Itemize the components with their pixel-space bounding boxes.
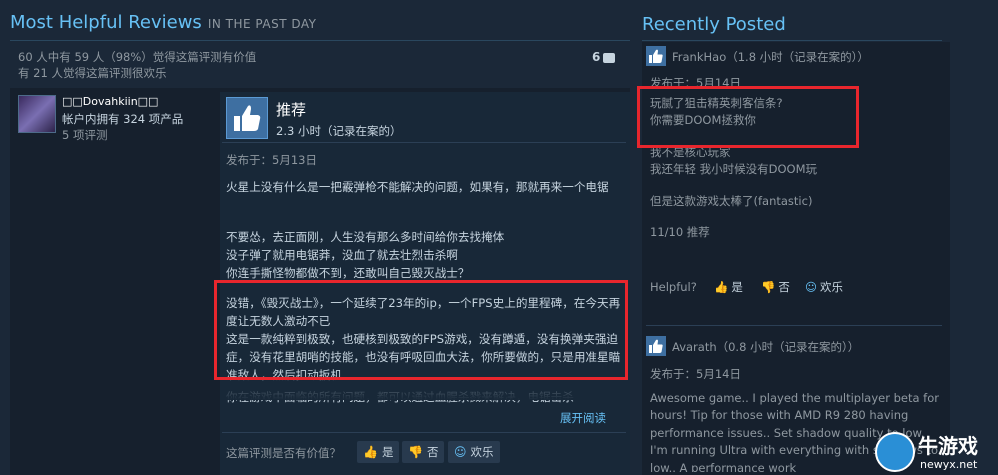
smiley-icon: ☺ bbox=[805, 280, 817, 294]
helpful-yes-label: 是 bbox=[731, 280, 743, 294]
helpful-no-button[interactable]: 👎 否 bbox=[761, 278, 790, 296]
vote-no-label: 否 bbox=[426, 445, 439, 459]
thumbs-up-icon: 👍 bbox=[363, 445, 378, 459]
section-title-text: Most Helpful Reviews bbox=[10, 12, 202, 33]
helpful-summary: 60 人中有 59 人（98%）觉得这篇评测有价值 有 21 人觉得这篇评测很欢… bbox=[18, 49, 256, 81]
helpful-no-label: 否 bbox=[778, 280, 790, 294]
thumbs-up-icon bbox=[646, 46, 666, 66]
divider bbox=[646, 325, 942, 326]
author-reviews[interactable]: 5 项评测 bbox=[62, 127, 107, 143]
recent-paragraph: 但是这款游戏太棒了(fantastic) bbox=[650, 193, 813, 208]
comment-bubble-icon bbox=[603, 52, 616, 63]
divider bbox=[222, 142, 626, 143]
vote-funny-button[interactable]: ☺ 欢乐 bbox=[448, 441, 500, 463]
vote-question: 这篇评测是否有价值？ bbox=[226, 446, 341, 460]
text-fade bbox=[222, 378, 627, 400]
divider bbox=[10, 40, 630, 41]
author-name-link[interactable]: □□Dovahkiin□□ bbox=[62, 95, 158, 108]
helpful-funny-button[interactable]: ☺ 欢乐 bbox=[805, 278, 843, 296]
comment-count: 6 bbox=[592, 50, 601, 64]
recommendation-label: 推荐 bbox=[276, 101, 307, 119]
smiley-icon: ☺ bbox=[454, 445, 467, 459]
highlight-box bbox=[214, 280, 628, 380]
read-more-link[interactable]: 展开阅读 bbox=[560, 410, 606, 426]
thumbs-down-icon: 👎 bbox=[761, 280, 776, 294]
highlight-box bbox=[637, 86, 859, 148]
vote-yes-button[interactable]: 👍 是 bbox=[357, 441, 400, 463]
section-title-most-helpful: Most Helpful Reviews IN THE PAST DAY bbox=[10, 12, 316, 33]
section-subtitle: IN THE PAST DAY bbox=[207, 17, 317, 31]
section-title-recently-posted: Recently Posted bbox=[642, 14, 786, 35]
divider bbox=[642, 40, 942, 41]
comment-count-button[interactable]: 6 bbox=[592, 50, 616, 64]
review-paragraph: 不要怂，去正面刚，人生没有那么多时间给你去找掩体 没子弹了就用电锯莽，没血了就去… bbox=[226, 230, 505, 280]
thumbs-up-icon bbox=[226, 97, 268, 139]
thumbs-up-icon bbox=[646, 336, 666, 356]
thumbs-up-icon: 👍 bbox=[714, 280, 729, 294]
watermark-logo-icon bbox=[875, 432, 915, 472]
thumbs-down-icon: 👎 bbox=[408, 445, 423, 459]
review-paragraph: 火星上没有什么是一把霰弹枪不能解决的问题，如果有，那就再来一个电锯 bbox=[226, 180, 609, 194]
vote-yes-label: 是 bbox=[381, 445, 394, 459]
vote-funny-label: 欢乐 bbox=[470, 445, 494, 459]
avatar[interactable] bbox=[18, 95, 56, 133]
helpful-funny-label: 欢乐 bbox=[820, 280, 843, 294]
hours-played: 2.3 小时（记录在案的） bbox=[276, 124, 402, 138]
watermark-text: 牛游戏 bbox=[918, 434, 978, 458]
vote-no-button[interactable]: 👎 否 bbox=[402, 441, 445, 463]
helpful-label: Helpful? bbox=[650, 280, 697, 294]
watermark-url: newyx.net bbox=[920, 458, 978, 471]
divider bbox=[222, 432, 626, 433]
recent-author[interactable]: FrankHao（1.8 小时（记录在案的）） bbox=[672, 49, 869, 65]
funny-summary-line: 有 21 人觉得这篇评测很欢乐 bbox=[18, 66, 167, 80]
recent-author[interactable]: Avarath（0.8 小时（记录在案的）） bbox=[672, 339, 859, 355]
recent-date: 发布于：5月14日 bbox=[650, 367, 741, 381]
author-products[interactable]: 帐户内拥有 324 项产品 bbox=[62, 111, 183, 127]
helpful-yes-button[interactable]: 👍 是 bbox=[714, 278, 743, 296]
recent-paragraph: 11/10 推荐 bbox=[650, 225, 710, 240]
helpful-summary-line: 60 人中有 59 人（98%）觉得这篇评测有价值 bbox=[18, 50, 257, 64]
recent-paragraph: 我不是核心玩家 我还年轻 我小时候没有DOOM玩 bbox=[650, 144, 818, 177]
post-date: 发布于：5月13日 bbox=[226, 153, 317, 167]
